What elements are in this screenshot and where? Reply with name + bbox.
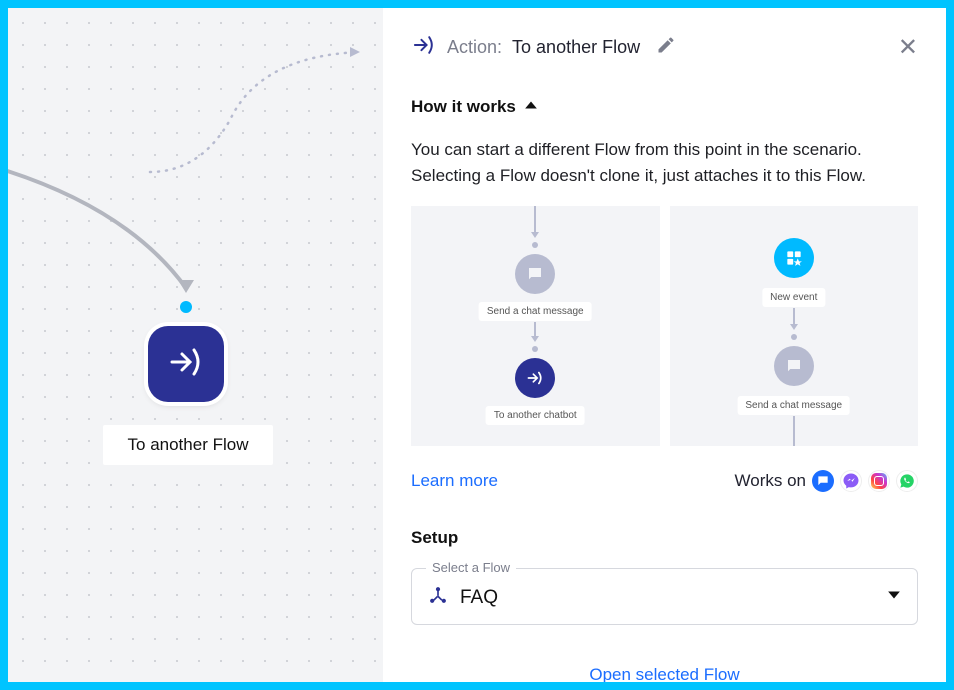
flow-icon [428, 585, 448, 610]
arrow-into-icon [515, 358, 555, 398]
select-flow-value: FAQ [460, 587, 498, 609]
diagram-new-event-label: New event [762, 288, 825, 307]
open-selected-flow-link[interactable]: Open selected Flow [411, 665, 918, 682]
close-button[interactable]: ✕ [898, 36, 918, 60]
app-root: To another Flow Action: To another Flow … [8, 8, 946, 682]
messenger-channel-icon [840, 470, 862, 492]
diagram-to-chatbot-label: To another chatbot [486, 406, 585, 425]
details-panel: Action: To another Flow ✕ How it works Y… [383, 8, 946, 682]
chat-icon [774, 346, 814, 386]
flow-canvas[interactable]: To another Flow [8, 8, 383, 682]
arrow-into-icon [411, 32, 437, 63]
how-it-works-toggle[interactable]: How it works [411, 97, 918, 117]
chevron-up-icon [524, 98, 538, 117]
learn-more-link[interactable]: Learn more [411, 471, 498, 491]
flow-node-label: To another Flow [103, 425, 273, 465]
action-prefix: Action: [447, 37, 502, 58]
works-on-label: Works on [735, 471, 807, 491]
setup-heading: Setup [411, 528, 918, 548]
select-flow-label: Select a Flow [426, 560, 516, 575]
how-it-works-label: How it works [411, 97, 516, 117]
chat-channel-icon [812, 470, 834, 492]
new-event-icon [774, 238, 814, 278]
select-flow-dropdown[interactable]: Select a Flow FAQ [411, 568, 918, 625]
chat-icon [515, 254, 555, 294]
node-input-port[interactable] [180, 301, 192, 313]
diagram-chat-label: Send a chat message [737, 396, 850, 415]
action-title: To another Flow [512, 37, 640, 58]
close-icon: ✕ [898, 34, 918, 61]
instagram-channel-icon [868, 470, 890, 492]
diagram-left: Send a chat message To another chatbot [411, 206, 660, 446]
diagram-chat-label: Send a chat message [479, 302, 592, 321]
whatsapp-channel-icon [896, 470, 918, 492]
arrow-into-icon [166, 342, 206, 387]
how-it-works-description: You can start a different Flow from this… [411, 137, 918, 188]
pencil-icon [656, 42, 676, 59]
works-on: Works on [735, 470, 919, 492]
edit-button[interactable] [656, 35, 676, 60]
panel-header: Action: To another Flow ✕ [411, 32, 918, 63]
diagram-right: New event Send a chat message [670, 206, 919, 446]
how-it-works-diagram: Send a chat message To another chatbot N… [411, 206, 918, 446]
chevron-down-icon [887, 588, 901, 607]
flow-node-to-another-flow[interactable] [148, 326, 224, 402]
